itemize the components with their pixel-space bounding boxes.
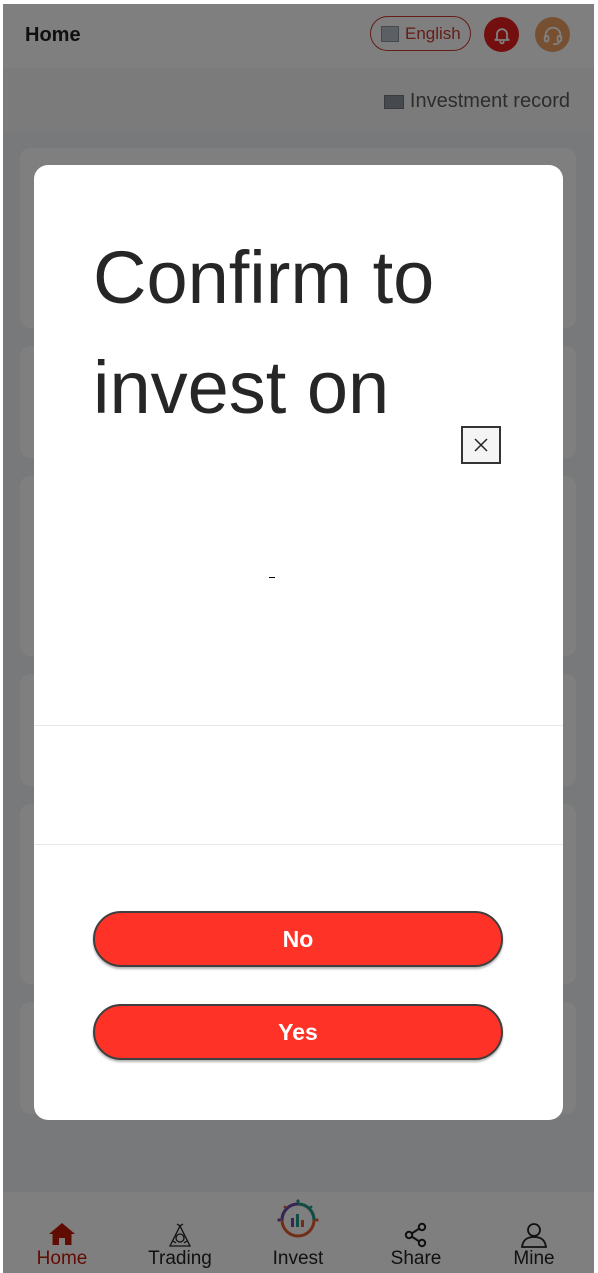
divider <box>34 725 563 726</box>
app-root: Home English Investment record <box>3 4 594 1273</box>
divider <box>34 844 563 845</box>
dialog-title: Confirm to invest on <box>93 236 435 429</box>
product-name-placeholder: - <box>269 577 275 578</box>
close-button[interactable] <box>461 426 501 464</box>
confirm-invest-dialog: Confirm to invest on - No Yes <box>34 165 563 1120</box>
no-button[interactable]: No <box>93 911 503 967</box>
close-icon <box>474 438 488 452</box>
yes-button[interactable]: Yes <box>93 1004 503 1060</box>
